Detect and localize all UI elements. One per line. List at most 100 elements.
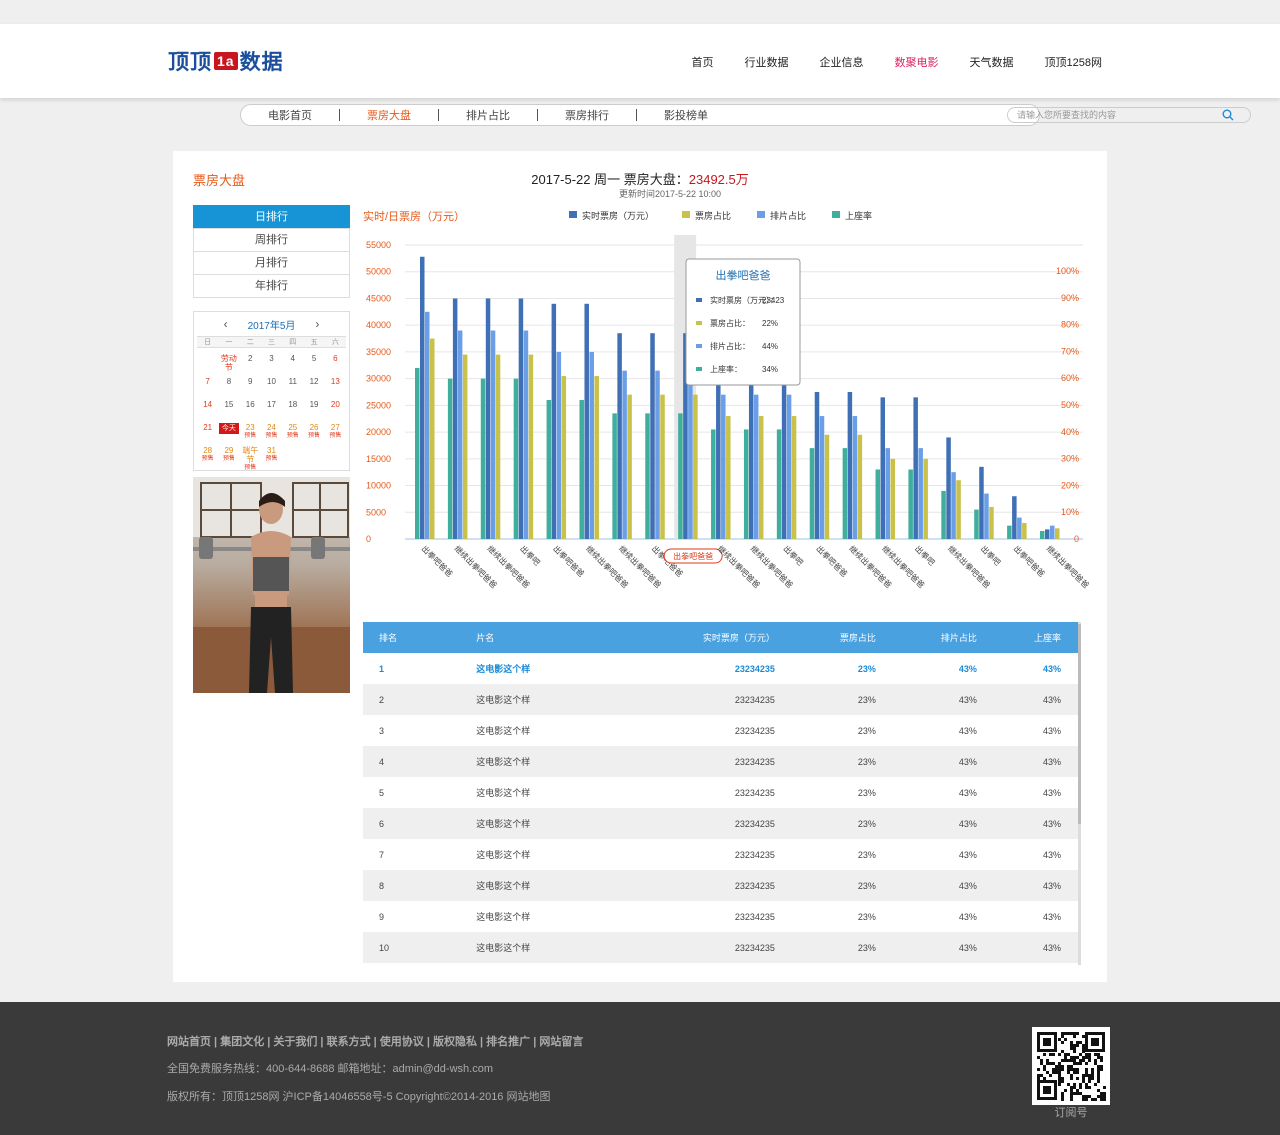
bar[interactable]: [457, 330, 463, 539]
bar[interactable]: [678, 413, 683, 539]
bar[interactable]: [561, 375, 567, 539]
bar[interactable]: [781, 378, 787, 539]
calendar-day[interactable]: 29 预售: [218, 442, 239, 465]
bar[interactable]: [589, 351, 594, 539]
bar[interactable]: [890, 458, 896, 539]
bar[interactable]: [753, 394, 759, 539]
calendar-day[interactable]: 25 预售: [282, 419, 303, 442]
calendar-day[interactable]: 劳动节: [218, 350, 239, 373]
calendar-day[interactable]: 9: [240, 373, 261, 396]
bar[interactable]: [594, 375, 599, 539]
bar[interactable]: [551, 303, 557, 539]
bar[interactable]: [447, 378, 453, 539]
bar[interactable]: [819, 416, 825, 539]
bar[interactable]: [513, 378, 519, 539]
bar[interactable]: [989, 506, 994, 539]
subnav-item-2[interactable]: 排片占比: [439, 107, 537, 123]
bar[interactable]: [716, 378, 721, 539]
calendar-today[interactable]: 今天: [218, 423, 239, 434]
table-header-cell[interactable]: 上座率: [995, 622, 1079, 653]
legend-label[interactable]: 票房占比: [695, 210, 731, 221]
calendar-day[interactable]: 11: [282, 373, 303, 396]
bar[interactable]: [711, 429, 716, 539]
bar[interactable]: [688, 370, 693, 539]
bar[interactable]: [923, 458, 928, 539]
bar[interactable]: [913, 397, 918, 539]
bar[interactable]: [758, 416, 764, 539]
calendar-day[interactable]: 20: [325, 396, 346, 419]
bar[interactable]: [556, 351, 562, 539]
nav-item-3[interactable]: 数聚电影: [895, 54, 939, 70]
bar[interactable]: [885, 448, 891, 539]
bar[interactable]: [814, 392, 820, 539]
bar[interactable]: [660, 394, 665, 539]
rank-tab-2[interactable]: 月排行: [193, 251, 350, 275]
bar[interactable]: [824, 434, 830, 539]
nav-item-2[interactable]: 企业信息: [820, 54, 864, 70]
search-icon[interactable]: [1222, 109, 1234, 121]
search-input[interactable]: 请输入您所要查找的内容: [1007, 107, 1251, 123]
calendar-day[interactable]: 5: [303, 350, 324, 373]
calendar-day[interactable]: 24 预售: [261, 419, 282, 442]
calendar-day[interactable]: 13: [325, 373, 346, 396]
table-scrollbar[interactable]: [1078, 622, 1081, 965]
rank-tab-0[interactable]: 日排行: [193, 205, 350, 229]
promo-image[interactable]: [193, 477, 350, 693]
bar[interactable]: [430, 338, 435, 539]
table-row[interactable]: 7 这电影这个样 23234235 23% 43% 43%: [363, 839, 1079, 870]
calendar-day[interactable]: 31 预售: [261, 442, 282, 465]
calendar-day[interactable]: 3: [261, 350, 282, 373]
table-row[interactable]: 5 这电影这个样 23234235 23% 43% 43%: [363, 777, 1079, 808]
bar[interactable]: [655, 370, 660, 539]
scrollbar-thumb[interactable]: [1078, 624, 1081, 824]
calendar-day[interactable]: 18: [282, 396, 303, 419]
subnav-item-3[interactable]: 票房排行: [538, 107, 636, 123]
table-header-cell[interactable]: 排名: [363, 622, 460, 653]
bar[interactable]: [956, 480, 961, 539]
rank-tab-1[interactable]: 周排行: [193, 228, 350, 252]
bar[interactable]: [974, 509, 979, 539]
calendar-day[interactable]: 6: [325, 350, 346, 373]
legend-label[interactable]: 排片占比: [770, 210, 806, 221]
table-row[interactable]: 10 这电影这个样 23234235 23% 43% 43%: [363, 932, 1079, 963]
bar[interactable]: [880, 397, 886, 539]
bar[interactable]: [490, 330, 496, 539]
category-label-highlight[interactable]: 出拳吧爸爸: [663, 548, 723, 564]
calendar-day[interactable]: 17: [261, 396, 282, 419]
bar[interactable]: [518, 298, 524, 539]
table-row[interactable]: 6 这电影这个样 23234235 23% 43% 43%: [363, 808, 1079, 839]
table-row[interactable]: 4 这电影这个样 23234235 23% 43% 43%: [363, 746, 1079, 777]
calendar-day[interactable]: 12: [303, 373, 324, 396]
bar[interactable]: [1055, 528, 1060, 539]
calendar-day[interactable]: 10: [261, 373, 282, 396]
bar[interactable]: [842, 448, 848, 539]
bar[interactable]: [693, 394, 698, 539]
bar[interactable]: [791, 416, 797, 539]
bar[interactable]: [951, 472, 956, 539]
bar[interactable]: [908, 469, 913, 539]
table-row[interactable]: 9 这电影这个样 23234235 23% 43% 43%: [363, 901, 1079, 932]
bar[interactable]: [918, 448, 923, 539]
calendar-day[interactable]: 端午节 预售: [240, 442, 261, 471]
bar[interactable]: [847, 392, 853, 539]
table-row[interactable]: 2 这电影这个样 23234235 23% 43% 43%: [363, 684, 1079, 715]
subnav-item-4[interactable]: 影投榜单: [637, 107, 735, 123]
bar[interactable]: [523, 330, 529, 539]
bar[interactable]: [415, 367, 420, 539]
subnav-item-1[interactable]: 票房大盘: [340, 107, 438, 123]
bar[interactable]: [1017, 517, 1022, 539]
bar[interactable]: [984, 493, 989, 539]
bar[interactable]: [743, 429, 749, 539]
bar[interactable]: [546, 400, 552, 539]
bar[interactable]: [462, 354, 468, 539]
bar[interactable]: [941, 490, 946, 539]
bar[interactable]: [1007, 525, 1012, 539]
calendar-day[interactable]: 今天: [218, 419, 239, 442]
bar[interactable]: [979, 466, 984, 539]
bar[interactable]: [1012, 496, 1017, 539]
bar[interactable]: [726, 416, 731, 539]
nav-item-5[interactable]: 顶顶1258网: [1045, 54, 1102, 70]
bar[interactable]: [584, 303, 589, 539]
bar[interactable]: [485, 298, 491, 539]
table-header-cell[interactable]: 排片占比: [894, 622, 995, 653]
